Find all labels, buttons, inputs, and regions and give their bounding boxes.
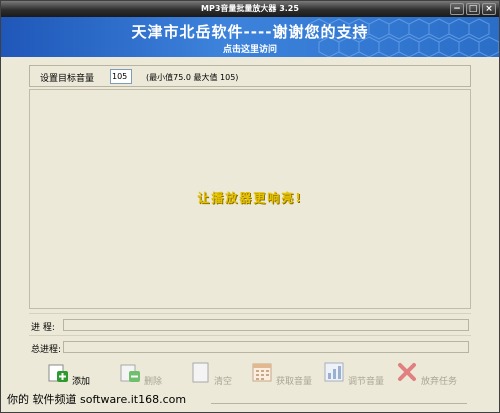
volume-range-hint: (最小值75.0 最大值 105) <box>146 73 239 82</box>
title-bar[interactable]: MP3音量批量放大器 3.25 − □ × <box>1 1 499 17</box>
cancel-task-button-label: 放弃任务 <box>421 377 458 387</box>
status-box <box>211 403 467 413</box>
volume-label: 设置目标音量 <box>40 74 95 84</box>
close-button[interactable]: × <box>482 3 496 15</box>
progress-bar <box>63 319 469 331</box>
promo-banner[interactable]: 天津市北岳软件----谢谢您的支持 点击这里访问 <box>1 17 499 57</box>
status-area: 你的 软件频道 software.it168.com <box>1 390 499 412</box>
divider <box>29 313 471 314</box>
clear-button-label: 清空 <box>214 377 233 387</box>
clear-icon <box>192 362 209 383</box>
maximize-button[interactable]: □ <box>466 3 480 15</box>
banner-link[interactable]: 点击这里访问 <box>1 42 499 55</box>
file-list-panel[interactable]: 让播放器更响亮! <box>29 89 471 309</box>
total-progress-bar <box>63 341 469 353</box>
banner-headline: 天津市北岳软件----谢谢您的支持 <box>131 23 369 41</box>
app-window: MP3音量批量放大器 3.25 − □ × 天津市北岳软件----谢谢您的支持 … <box>0 0 500 413</box>
minimize-button[interactable]: − <box>450 3 464 15</box>
total-progress-label: 总进程: <box>31 345 62 355</box>
progress-label: 进 程: <box>31 323 55 333</box>
adjust-icon <box>324 362 344 382</box>
add-icon <box>48 364 68 382</box>
delete-button-label: 删除 <box>144 377 163 387</box>
adjust-volume-button-label: 调节音量 <box>348 377 385 387</box>
cancel-icon <box>398 363 416 381</box>
add-button-label: 添加 <box>72 377 91 387</box>
volume-input[interactable] <box>110 69 132 84</box>
window-title: MP3音量批量放大器 3.25 <box>201 4 299 13</box>
watermark-text: 你的 软件频道 software.it168.com <box>7 393 187 406</box>
divider <box>29 335 471 336</box>
calendar-icon <box>252 363 272 382</box>
get-volume-button-label: 获取音量 <box>276 377 313 387</box>
volume-settings: 设置目标音量 (最小值75.0 最大值 105) <box>29 65 471 87</box>
delete-icon <box>120 364 140 382</box>
slogan-text: 让播放器更响亮! <box>197 191 303 205</box>
